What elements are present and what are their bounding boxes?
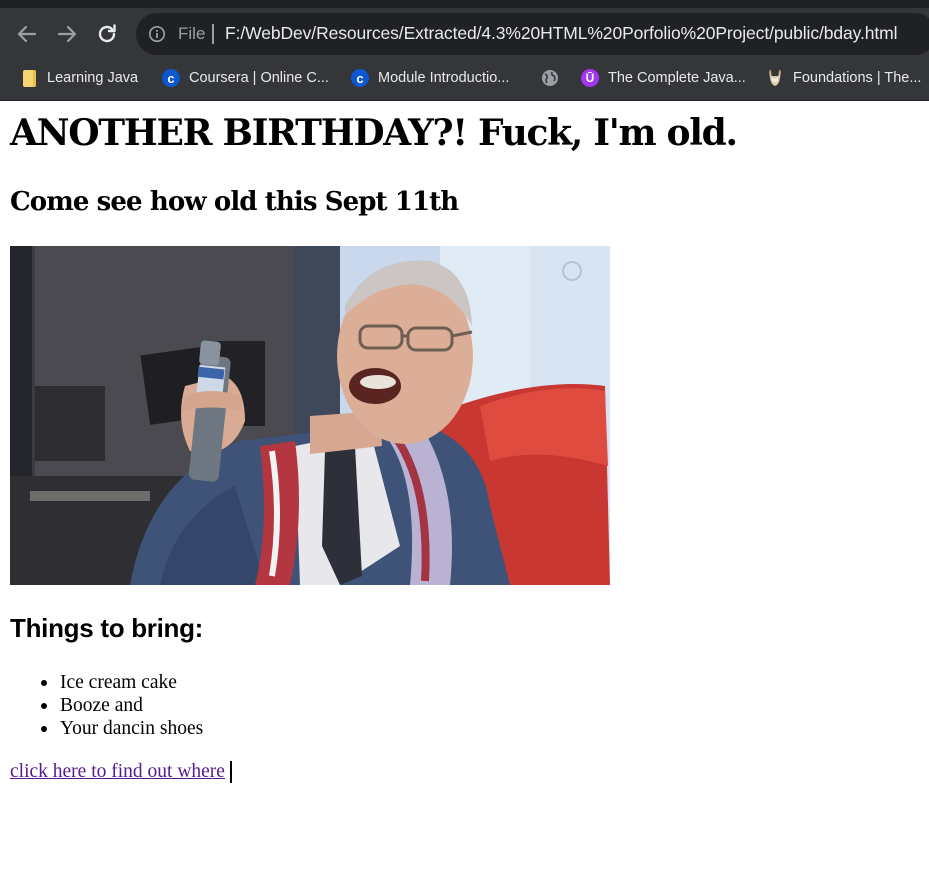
old-man-toasting-image [10,246,610,585]
bookmark-complete-java[interactable]: Ū The Complete Java... [581,66,746,90]
bookmark-coursera[interactable]: c Coursera | Online C... [162,66,329,90]
info-icon[interactable] [148,25,166,43]
scheme-label: File [178,24,206,43]
globe-icon [541,69,559,87]
udemy-icon: Ū [581,69,599,87]
bookmark-module-introduction[interactable]: c Module Introductio... [351,66,509,90]
odin-icon [766,69,784,87]
list-item: Your dancin shoes [40,718,204,739]
things-to-bring-list: Ice cream cake Booze and Your dancin sho… [40,671,204,740]
address-bar[interactable]: File F:/WebDev/Resources/Extracted/4.3%2… [136,13,929,55]
page-content: ANOTHER BIRTHDAY?! Fuck, I'm old. Come s… [0,101,929,885]
back-button[interactable] [11,18,43,50]
arrow-left-icon [17,25,37,43]
tab-strip [0,0,929,8]
list-item: Ice cream cake [40,671,203,694]
forward-button[interactable] [51,18,83,50]
bookmark-globe[interactable] [541,66,568,90]
text-cursor [230,761,232,783]
coursera-icon: c [351,69,369,87]
page-title: ANOTHER BIRTHDAY?! Fuck, I'm old. [10,112,738,154]
bookmark-label: Foundations | The... [793,70,922,86]
bookmarks-bar: Learning Java c Coursera | Online C... c… [0,60,929,96]
page-subtitle: Come see how old this Sept 11th [10,187,459,217]
coursera-icon: c [162,69,180,87]
list-item: Booze and [40,694,203,717]
browser-chrome: File F:/WebDev/Resources/Extracted/4.3%2… [0,0,929,101]
folder-icon [20,69,38,87]
reload-button[interactable] [91,18,123,50]
bookmark-label: Coursera | Online C... [189,70,329,86]
bookmark-label: The Complete Java... [608,70,746,86]
birthday-gif-image [10,246,610,585]
bookmark-label: Module Introductio... [378,70,510,86]
bookmark-label: Learning Java [47,70,139,86]
url-text[interactable]: F:/WebDev/Resources/Extracted/4.3%20HTML… [225,23,898,44]
arrow-right-icon [57,25,77,43]
bookmark-learning-java[interactable]: Learning Java [20,66,138,90]
reload-icon [98,24,116,43]
address-separator [212,24,214,44]
things-to-bring-heading: Things to bring: [10,613,204,643]
browser-toolbar: File F:/WebDev/Resources/Extracted/4.3%2… [0,8,929,60]
bookmark-foundations[interactable]: Foundations | The... [766,66,921,90]
find-out-where-link[interactable]: click here to find out where [10,760,225,784]
